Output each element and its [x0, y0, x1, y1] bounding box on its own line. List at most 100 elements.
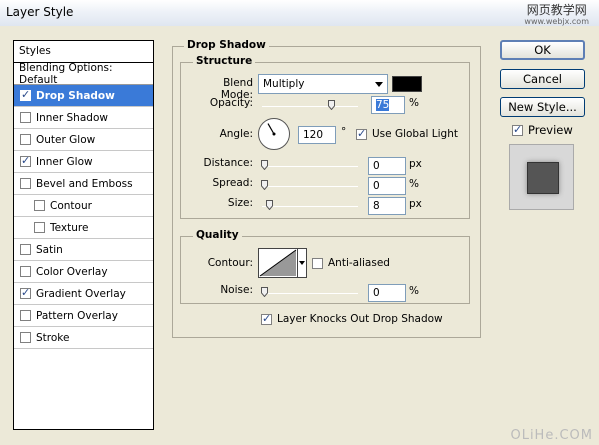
- style-checkbox-icon[interactable]: [34, 222, 45, 233]
- size-slider-thumb[interactable]: [266, 200, 274, 210]
- global-light-check-icon[interactable]: [356, 127, 367, 140]
- knockout-checkbox[interactable]: Layer Knocks Out Drop Shadow: [261, 312, 443, 325]
- spread-unit: %: [409, 178, 419, 190]
- style-item[interactable]: Inner Shadow: [14, 107, 153, 129]
- size-slider-track[interactable]: [262, 206, 358, 207]
- style-item[interactable]: Blending Options: Default: [14, 61, 153, 86]
- style-checkbox-icon[interactable]: [20, 134, 31, 145]
- preview-check-icon[interactable]: [512, 123, 523, 136]
- distance-slider-thumb[interactable]: [261, 160, 268, 170]
- style-item-label: Color Overlay: [36, 265, 108, 278]
- style-item-label: Outer Glow: [36, 133, 96, 146]
- preview-checkbox[interactable]: Preview: [512, 123, 573, 137]
- preview-swatch: [527, 162, 559, 194]
- layer-style-dialog: Styles Blending Options: Default Drop Sha…: [0, 26, 599, 445]
- style-item[interactable]: Stroke: [14, 327, 153, 349]
- new-style-button[interactable]: New Style...: [500, 97, 585, 117]
- global-light-checkbox[interactable]: Use Global Light: [356, 127, 458, 140]
- quality-title: Quality: [193, 229, 242, 241]
- style-item-label: Inner Glow: [36, 155, 93, 168]
- contour-label: Contour:: [207, 257, 253, 269]
- spread-input[interactable]: 0: [368, 177, 406, 195]
- distance-label: Distance:: [203, 157, 253, 169]
- style-checkbox-icon[interactable]: [34, 200, 45, 211]
- style-item[interactable]: Bevel and Emboss: [14, 173, 153, 195]
- watermark-logo: 网页教学网 www.webjx.com: [524, 3, 589, 26]
- angle-needle-icon: [267, 123, 276, 136]
- shadow-color-swatch[interactable]: [392, 76, 422, 92]
- noise-slider-track[interactable]: [262, 293, 358, 294]
- style-item-label: Drop Shadow: [36, 89, 115, 102]
- style-preview: [509, 144, 574, 210]
- chevron-down-icon: [375, 82, 383, 87]
- structure-title: Structure: [193, 55, 256, 67]
- opacity-slider-thumb[interactable]: [327, 100, 335, 110]
- style-item[interactable]: Gradient Overlay: [14, 283, 153, 305]
- watermark-footer: OLiHe.COM: [510, 428, 593, 443]
- style-item[interactable]: Contour: [14, 195, 153, 217]
- angle-dial[interactable]: [258, 118, 290, 150]
- size-unit: px: [409, 198, 422, 210]
- anti-aliased-checkbox[interactable]: Anti-aliased: [312, 257, 390, 269]
- style-item[interactable]: Outer Glow: [14, 129, 153, 151]
- angle-label: Angle:: [219, 128, 253, 140]
- spread-label: Spread:: [212, 177, 253, 189]
- size-label: Size:: [227, 197, 253, 209]
- style-item-label: Stroke: [36, 331, 70, 344]
- title-bar: Layer Style 网页教学网 www.webjx.com: [0, 0, 599, 26]
- blend-mode-select[interactable]: Multiply: [258, 74, 388, 94]
- distance-unit: px: [409, 158, 422, 170]
- noise-unit: %: [409, 285, 419, 297]
- style-item[interactable]: Pattern Overlay: [14, 305, 153, 327]
- knockout-check-icon[interactable]: [261, 312, 272, 325]
- style-item-label: Bevel and Emboss: [36, 177, 133, 190]
- contour-curve-icon: [259, 249, 297, 277]
- style-checkbox-icon[interactable]: [20, 266, 31, 277]
- style-item[interactable]: Color Overlay: [14, 261, 153, 283]
- spread-slider-track[interactable]: [262, 186, 358, 187]
- contour-dropdown[interactable]: [298, 248, 307, 278]
- style-item-label: Gradient Overlay: [36, 287, 126, 300]
- opacity-input[interactable]: 75: [371, 96, 405, 114]
- noise-label: Noise:: [220, 284, 253, 296]
- opacity-label: Opacity:: [209, 97, 253, 109]
- style-checkbox-icon[interactable]: [20, 88, 31, 101]
- style-item-label: Contour: [50, 199, 92, 212]
- style-checkbox-icon[interactable]: [20, 112, 31, 123]
- contour-picker[interactable]: [258, 248, 298, 278]
- opacity-slider-track[interactable]: [262, 106, 358, 107]
- window-title: Layer Style: [6, 5, 74, 19]
- style-item[interactable]: Drop Shadow: [14, 85, 153, 107]
- styles-list-panel: Styles Blending Options: Default Drop Sha…: [13, 40, 154, 430]
- style-item-label: Pattern Overlay: [36, 309, 118, 322]
- noise-input[interactable]: 0: [368, 284, 406, 302]
- style-item-label: Texture: [50, 221, 89, 234]
- style-checkbox-icon[interactable]: [20, 286, 31, 299]
- opacity-unit: %: [409, 97, 419, 109]
- styles-header[interactable]: Styles: [14, 41, 153, 63]
- size-input[interactable]: 8: [368, 197, 406, 215]
- style-checkbox-icon[interactable]: [20, 178, 31, 189]
- style-item-label: Satin: [36, 243, 63, 256]
- style-item[interactable]: Satin: [14, 239, 153, 261]
- anti-aliased-check-icon[interactable]: [312, 257, 323, 269]
- chevron-down-icon: [299, 261, 305, 265]
- distance-slider-track[interactable]: [262, 166, 358, 167]
- style-item[interactable]: Texture: [14, 217, 153, 239]
- style-item-label: Inner Shadow: [36, 111, 108, 124]
- style-checkbox-icon[interactable]: [20, 244, 31, 255]
- style-item-label: Blending Options: Default: [19, 61, 113, 86]
- angle-input[interactable]: 120: [298, 126, 336, 144]
- distance-input[interactable]: 0: [368, 157, 406, 175]
- styles-list: Blending Options: Default Drop Shadow Inne…: [14, 61, 153, 349]
- noise-slider-thumb[interactable]: [261, 287, 268, 297]
- style-checkbox-icon[interactable]: [20, 310, 31, 321]
- spread-slider-thumb[interactable]: [261, 180, 268, 190]
- ok-button[interactable]: OK: [500, 40, 585, 60]
- cancel-button[interactable]: Cancel: [500, 69, 585, 89]
- style-checkbox-icon[interactable]: [20, 332, 31, 343]
- style-checkbox-icon[interactable]: [20, 154, 31, 167]
- angle-unit: °: [341, 126, 347, 138]
- style-item[interactable]: Inner Glow: [14, 151, 153, 173]
- drop-shadow-title: Drop Shadow: [184, 39, 269, 51]
